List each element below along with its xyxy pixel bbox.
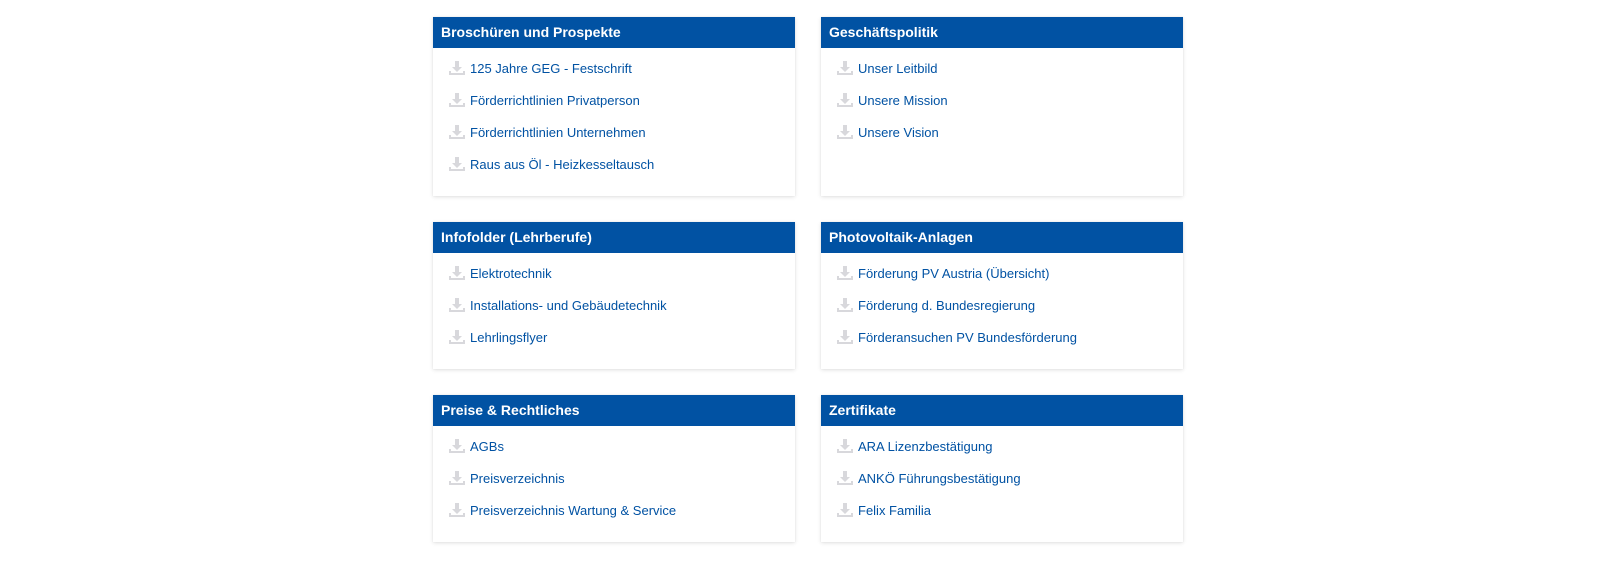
download-label: Förderansuchen PV Bundesförderung	[858, 329, 1077, 345]
download-label: Förderung PV Austria (Übersicht)	[858, 265, 1050, 281]
download-icon	[448, 469, 466, 487]
download-label: Förderrichtlinien Privatperson	[470, 92, 640, 108]
download-label: Preisverzeichnis	[470, 470, 565, 486]
download-link[interactable]: AGBs	[433, 430, 795, 462]
download-icon	[836, 91, 854, 109]
card-infofolder: Infofolder (Lehrberufe) Elektrotechnik I…	[433, 222, 795, 369]
download-icon	[448, 59, 466, 77]
download-link[interactable]: Felix Familia	[821, 494, 1183, 526]
download-link[interactable]: 125 Jahre GEG - Festschrift	[433, 52, 795, 84]
download-icon	[448, 437, 466, 455]
download-label: Unsere Mission	[858, 92, 948, 108]
download-label: Felix Familia	[858, 502, 931, 518]
card-title: Preise & Rechtliches	[433, 395, 795, 426]
download-label: ARA Lizenzbestätigung	[858, 438, 993, 454]
download-label: Preisverzeichnis Wartung & Service	[470, 502, 677, 518]
card-broschueren: Broschüren und Prospekte 125 Jahre GEG -…	[433, 17, 795, 196]
download-link[interactable]: ARA Lizenzbestätigung	[821, 430, 1183, 462]
card-geschaeftspolitik: Geschäftspolitik Unser Leitbild Unsere M…	[821, 17, 1183, 196]
download-icon	[448, 91, 466, 109]
download-label: Unsere Vision	[858, 124, 939, 140]
download-icon	[448, 501, 466, 519]
download-label: Lehrlingsflyer	[470, 329, 548, 345]
download-link[interactable]: Unser Leitbild	[821, 52, 1183, 84]
download-icon	[836, 469, 854, 487]
download-icon	[836, 328, 854, 346]
download-link[interactable]: Lehrlingsflyer	[433, 321, 795, 353]
download-icon	[836, 264, 854, 282]
download-icon	[836, 296, 854, 314]
download-label: ANKÖ Führungsbestätigung	[858, 470, 1021, 486]
download-link[interactable]: Preisverzeichnis Wartung & Service	[433, 494, 795, 526]
download-link[interactable]: Unsere Vision	[821, 116, 1183, 148]
download-link[interactable]: Elektrotechnik	[433, 257, 795, 289]
download-label: Förderung d. Bundesregierung	[858, 297, 1036, 313]
download-icon	[448, 264, 466, 282]
download-link[interactable]: ANKÖ Führungsbestätigung	[821, 462, 1183, 494]
card-photovoltaik: Photovoltaik-Anlagen Förderung PV Austri…	[821, 222, 1183, 369]
download-link[interactable]: Förderung PV Austria (Übersicht)	[821, 257, 1183, 289]
download-icon	[836, 59, 854, 77]
download-label: Installations- und Gebäudetechnik	[470, 297, 667, 313]
download-label: Unser Leitbild	[858, 60, 938, 76]
downloads-grid: Broschüren und Prospekte 125 Jahre GEG -…	[433, 17, 1183, 568]
download-icon	[448, 296, 466, 314]
download-link[interactable]: Förderung d. Bundesregierung	[821, 289, 1183, 321]
download-link[interactable]: Förderrichtlinien Unternehmen	[433, 116, 795, 148]
card-title: Geschäftspolitik	[821, 17, 1183, 48]
card-title: Photovoltaik-Anlagen	[821, 222, 1183, 253]
card-title: Infofolder (Lehrberufe)	[433, 222, 795, 253]
card-preise: Preise & Rechtliches AGBs Preisverzeichn…	[433, 395, 795, 542]
download-link[interactable]: Förderansuchen PV Bundesförderung	[821, 321, 1183, 353]
download-label: 125 Jahre GEG - Festschrift	[470, 60, 632, 76]
card-zertifikate: Zertifikate ARA Lizenzbestätigung ANKÖ F…	[821, 395, 1183, 542]
card-title: Zertifikate	[821, 395, 1183, 426]
download-icon	[448, 155, 466, 173]
download-link[interactable]: Förderrichtlinien Privatperson	[433, 84, 795, 116]
download-link[interactable]: Unsere Mission	[821, 84, 1183, 116]
download-icon	[836, 123, 854, 141]
download-icon	[448, 123, 466, 141]
download-link[interactable]: Installations- und Gebäudetechnik	[433, 289, 795, 321]
download-icon	[448, 328, 466, 346]
card-title: Broschüren und Prospekte	[433, 17, 795, 48]
download-label: Raus aus Öl - Heizkesseltausch	[470, 156, 655, 172]
download-link[interactable]: Raus aus Öl - Heizkesseltausch	[433, 148, 795, 180]
download-label: Förderrichtlinien Unternehmen	[470, 124, 646, 140]
download-icon	[836, 501, 854, 519]
download-icon	[836, 437, 854, 455]
download-label: AGBs	[470, 438, 504, 454]
download-link[interactable]: Preisverzeichnis	[433, 462, 795, 494]
download-label: Elektrotechnik	[470, 265, 552, 281]
